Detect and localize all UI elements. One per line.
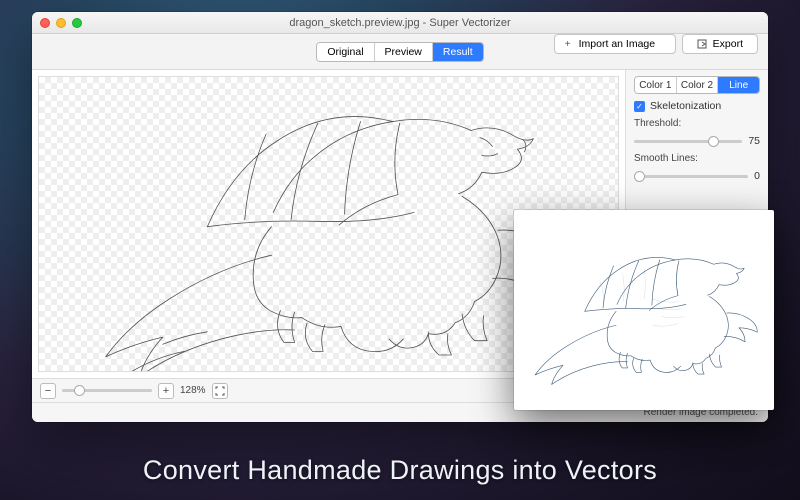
export-label: Export xyxy=(713,38,743,50)
plus-icon: + xyxy=(563,39,573,50)
threshold-label: Threshold: xyxy=(634,118,760,129)
minus-icon: − xyxy=(45,385,51,397)
checkbox-checked-icon[interactable]: ✓ xyxy=(634,101,645,112)
threshold-value: 75 xyxy=(748,135,760,147)
tab-line[interactable]: Line xyxy=(718,77,759,93)
desktop-background: dragon_sketch.preview.jpg - Super Vector… xyxy=(0,0,800,500)
mode-tabs: Color 1 Color 2 Line xyxy=(634,76,760,94)
zoom-slider[interactable] xyxy=(62,389,152,392)
skeletonization-checkbox-row[interactable]: ✓ Skeletonization xyxy=(634,100,760,112)
export-button[interactable]: Export xyxy=(682,34,758,54)
zoom-slider-knob[interactable] xyxy=(74,385,85,396)
skeletonization-label: Skeletonization xyxy=(650,100,721,112)
tab-original[interactable]: Original xyxy=(317,43,374,61)
import-label: Import an Image xyxy=(579,38,655,50)
zoom-percent: 128% xyxy=(180,385,206,396)
expand-icon xyxy=(215,386,225,396)
zoom-in-button[interactable]: + xyxy=(158,383,174,399)
smooth-slider-row: 0 xyxy=(634,170,760,182)
threshold-slider[interactable] xyxy=(634,140,742,143)
fit-to-window-button[interactable] xyxy=(212,383,228,399)
export-icon xyxy=(697,39,707,49)
toolbar-right-buttons: + Import an Image Export xyxy=(554,34,758,69)
smooth-label: Smooth Lines: xyxy=(634,153,760,164)
view-mode-segmented: Original Preview Result xyxy=(316,42,483,62)
smooth-slider[interactable] xyxy=(634,175,748,178)
window-title: dragon_sketch.preview.jpg - Super Vector… xyxy=(32,17,768,29)
tab-result[interactable]: Result xyxy=(433,43,483,61)
threshold-slider-row: 75 xyxy=(634,135,760,147)
toolbar: Original Preview Result + Import an Imag… xyxy=(32,34,768,70)
tab-preview[interactable]: Preview xyxy=(375,43,433,61)
tab-color1[interactable]: Color 1 xyxy=(635,77,677,93)
original-sketch-drawing xyxy=(522,218,766,402)
titlebar[interactable]: dragon_sketch.preview.jpg - Super Vector… xyxy=(32,12,768,34)
marketing-tagline: Convert Handmade Drawings into Vectors xyxy=(0,455,800,486)
threshold-knob[interactable] xyxy=(708,136,719,147)
zoom-out-button[interactable]: − xyxy=(40,383,56,399)
plus-icon: + xyxy=(163,385,169,397)
smooth-value: 0 xyxy=(754,170,760,182)
import-button[interactable]: + Import an Image xyxy=(554,34,676,54)
smooth-knob[interactable] xyxy=(634,171,645,182)
original-preview-popup[interactable] xyxy=(514,210,774,410)
tab-color2[interactable]: Color 2 xyxy=(677,77,719,93)
